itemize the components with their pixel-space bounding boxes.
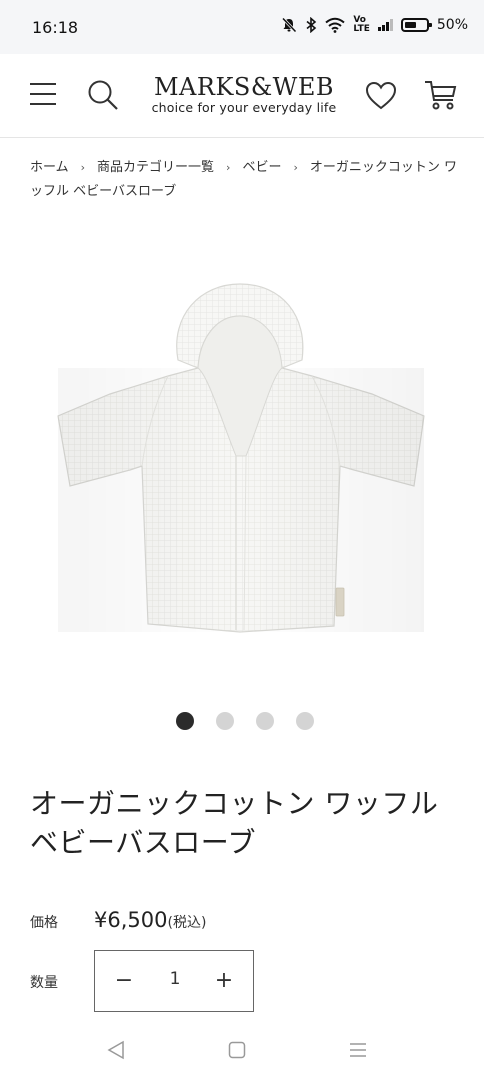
carousel-dot-2[interactable] bbox=[216, 712, 234, 730]
carousel-dot-3[interactable] bbox=[256, 712, 274, 730]
cart-icon[interactable] bbox=[423, 78, 459, 112]
wifi-icon bbox=[325, 17, 345, 33]
battery-percent: 50% bbox=[436, 17, 468, 33]
quantity-stepper: − 1 + bbox=[94, 950, 254, 1012]
menu-icon[interactable] bbox=[30, 82, 56, 106]
volte-icon: Vo LTE bbox=[353, 15, 370, 34]
brand-logo[interactable]: MARKS&WEB choice for your everyday life bbox=[144, 74, 344, 116]
signal-icon bbox=[377, 19, 393, 31]
carousel-dot-4[interactable] bbox=[296, 712, 314, 730]
search-icon[interactable] bbox=[86, 78, 120, 112]
brand-name: MARKS&WEB bbox=[153, 73, 335, 101]
back-icon[interactable] bbox=[106, 1040, 126, 1060]
product-image[interactable] bbox=[50, 276, 434, 646]
breadcrumb-separator: › bbox=[80, 161, 86, 174]
brand-tagline: choice for your everyday life bbox=[151, 100, 337, 115]
breadcrumb-separator: › bbox=[293, 161, 298, 174]
price-tax-note: (税込) bbox=[167, 915, 207, 931]
breadcrumb: ホーム › 商品カテゴリー一覧 › ベビー › オーガニックコットン ワッフル ベビーバスロ… bbox=[30, 156, 460, 204]
bluetooth-icon bbox=[306, 17, 317, 33]
price-value: ¥6,500(税込) bbox=[94, 908, 206, 932]
quantity-value[interactable]: 1 bbox=[147, 969, 203, 989]
quantity-decrease-button[interactable]: − bbox=[109, 966, 139, 996]
status-bar: 16:18 Vo LTE 50% bbox=[0, 0, 484, 54]
quantity-increase-button[interactable]: + bbox=[209, 966, 239, 996]
breadcrumb-item-baby[interactable]: ベビー bbox=[242, 160, 281, 175]
carousel-dots bbox=[0, 712, 484, 730]
price-label: 価格 bbox=[30, 915, 58, 931]
product-title: オーガニックコットン ワッフル ベビーバスローブ bbox=[30, 787, 439, 859]
breadcrumb-item-categories[interactable]: 商品カテゴリー一覧 bbox=[97, 160, 214, 175]
home-icon[interactable] bbox=[228, 1041, 246, 1059]
price-amount: ¥6,500 bbox=[94, 908, 168, 932]
system-nav-bar bbox=[0, 1022, 484, 1080]
status-time: 16:18 bbox=[32, 18, 79, 37]
breadcrumb-item-home[interactable]: ホーム bbox=[30, 160, 69, 175]
mute-icon bbox=[282, 17, 297, 33]
breadcrumb-separator: › bbox=[226, 161, 231, 174]
carousel-dot-1[interactable] bbox=[176, 712, 194, 730]
site-header: MARKS&WEB choice for your everyday life bbox=[0, 54, 484, 138]
heart-icon[interactable] bbox=[364, 80, 398, 112]
battery-icon bbox=[400, 18, 432, 32]
status-icons: Vo LTE 50% bbox=[281, 16, 468, 34]
recent-apps-icon[interactable] bbox=[348, 1040, 368, 1060]
quantity-label: 数量 bbox=[30, 975, 58, 991]
